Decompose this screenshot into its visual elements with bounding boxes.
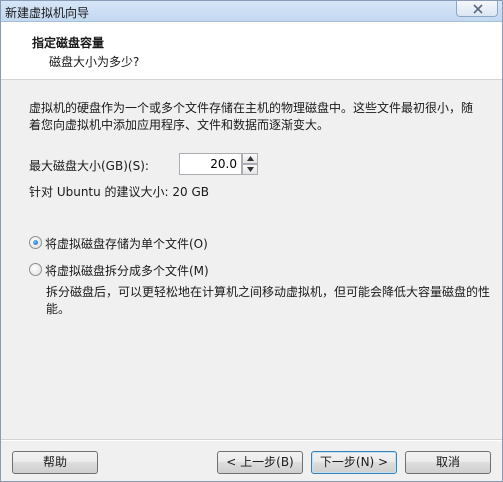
next-button[interactable]: 下一步(N) > xyxy=(311,451,397,474)
recommended-size: 针对 Ubuntu 的建议大小: 20 GB xyxy=(29,185,210,199)
page-subtitle: 磁盘大小为多少? xyxy=(49,55,140,69)
window-title: 新建虚拟机向导 xyxy=(5,6,90,20)
radio-single-file[interactable] xyxy=(29,236,42,249)
disk-size-input[interactable] xyxy=(179,153,242,175)
cancel-button[interactable]: 取消 xyxy=(405,451,491,474)
triangle-down-icon xyxy=(247,167,254,172)
back-button[interactable]: < 上一步(B) xyxy=(217,451,303,474)
disk-size-label: 最大磁盘大小(GB)(S): xyxy=(29,159,149,173)
split-description: 拆分磁盘后，可以更轻松地在计算机之间移动虚拟机，但可能会降低大容量磁盘的性能。 xyxy=(46,285,491,316)
title-bar[interactable]: 新建虚拟机向导 xyxy=(1,1,502,22)
triangle-up-icon xyxy=(247,156,254,161)
close-button[interactable] xyxy=(456,1,498,17)
page-title: 指定磁盘容量 xyxy=(32,36,105,50)
help-button[interactable]: 帮助 xyxy=(12,451,98,474)
disk-description: 虚拟机的硬盘作为一个或多个文件存储在主机的物理磁盘中。这些文件最初很小，随着您向… xyxy=(29,101,474,132)
spin-down-button[interactable] xyxy=(242,164,258,175)
radio-multi-file-label[interactable]: 将虚拟磁盘拆分成多个文件(M) xyxy=(45,262,209,279)
radio-single-file-label[interactable]: 将虚拟磁盘存储为单个文件(O) xyxy=(45,235,208,252)
footer-divider xyxy=(1,439,502,441)
radio-multi-file[interactable] xyxy=(29,263,42,276)
close-icon xyxy=(473,4,483,14)
wizard-header: 指定磁盘容量 磁盘大小为多少? xyxy=(1,22,502,80)
disk-size-spinner xyxy=(179,153,258,175)
wizard-window: 新建虚拟机向导 指定磁盘容量 磁盘大小为多少? 虚拟机的硬盘作为一个或多个文件存… xyxy=(0,0,503,482)
spin-up-button[interactable] xyxy=(242,153,258,164)
spinner-buttons xyxy=(242,153,258,175)
